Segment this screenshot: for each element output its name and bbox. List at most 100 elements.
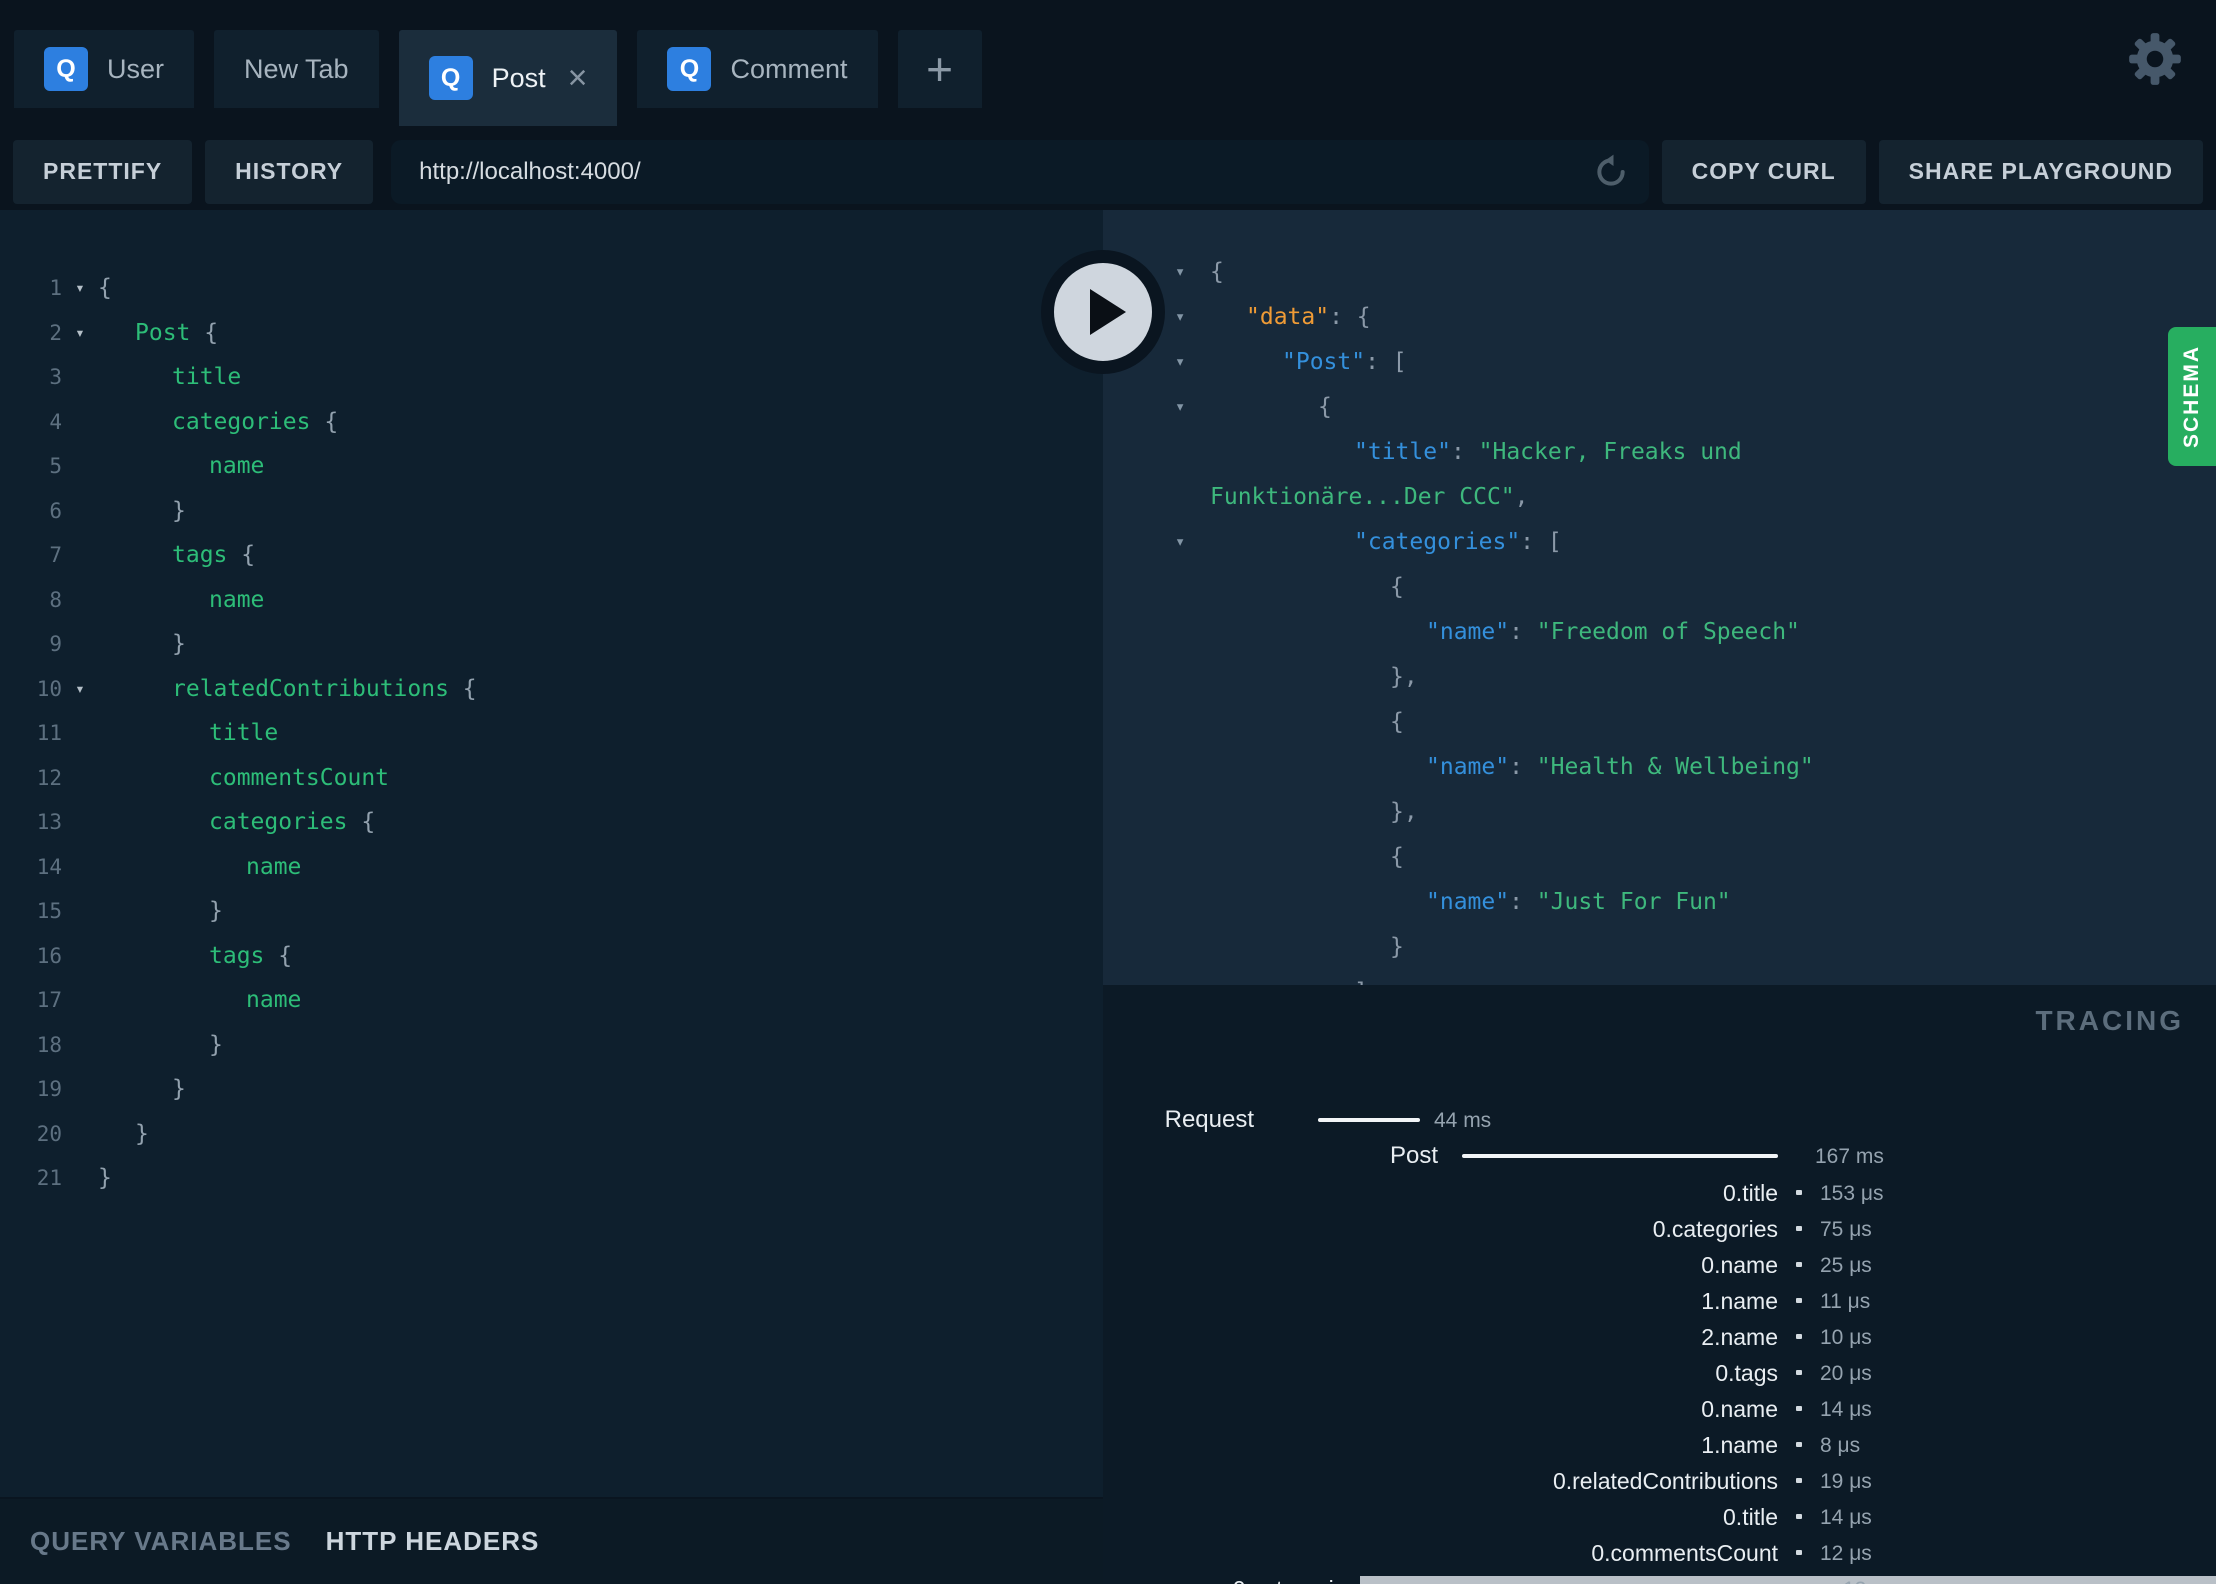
editor-code: name	[209, 453, 265, 479]
line-number: 20	[36, 1121, 62, 1146]
collapse-arrow-icon[interactable]: ▾	[1175, 340, 1185, 385]
response-gutter	[1103, 880, 1210, 925]
tab-new-tab[interactable]: New Tab	[214, 30, 379, 108]
response-code: },	[1390, 799, 1418, 825]
trace-resolver-row: 0.categories 75 μs	[1103, 1214, 2216, 1244]
line-number: 4	[49, 409, 62, 434]
editor-line: 17 name	[0, 978, 1103, 1023]
response-code: {	[1210, 259, 1224, 285]
trace-span-label: 0.relatedContributions	[1552, 1468, 1778, 1494]
collapse-arrow-icon[interactable]: ▾	[1175, 520, 1185, 565]
schema-side-tab[interactable]: SCHEMA	[2168, 327, 2216, 466]
response-code: "categories": [	[1354, 529, 1562, 555]
editor-code: }	[172, 631, 186, 657]
response-pane[interactable]: ▾{▾ "data": {▾ "Post": [▾{"title": "Hacker…	[1103, 210, 2216, 985]
line-number: 13	[36, 810, 62, 834]
fold-arrow-icon[interactable]: ▾	[62, 266, 98, 311]
fold-arrow-icon[interactable]: ▾	[62, 311, 98, 356]
tab-user[interactable]: Q User	[14, 30, 195, 108]
trace-span-duration: 25 μs	[1820, 1254, 1872, 1277]
line-number: 6	[49, 498, 62, 523]
editor-line: 7 tags {	[0, 533, 1103, 578]
tab-label: User	[107, 53, 165, 84]
editor-line: 21}	[0, 1156, 1103, 1201]
trace-duration-dot	[1796, 1226, 1802, 1231]
trace-resolver-row: 0.commentsCount 12 μs	[1103, 1538, 2216, 1568]
tab-close-icon[interactable]: ×	[568, 61, 588, 95]
editor-code: }	[209, 898, 223, 924]
response-line: {	[1103, 565, 2216, 610]
collapse-gutter: ▾	[1103, 520, 1210, 565]
trace-span-duration: 20 μs	[1820, 1362, 1872, 1385]
response-code: "Post": [	[1282, 349, 1407, 375]
editor-line: 2 ▾ Post {	[0, 311, 1103, 356]
response-line: "name": "Freedom of Speech"	[1103, 610, 2216, 655]
add-tab-button[interactable]: +	[897, 30, 982, 108]
line-number: 14	[36, 854, 62, 879]
copy-curl-button[interactable]: COPY CURL	[1661, 139, 1866, 204]
response-code: }	[1390, 934, 1404, 960]
editor-code: name	[209, 586, 265, 613]
response-gutter	[1103, 475, 1210, 520]
tab-label: New Tab	[244, 53, 349, 84]
collapse-arrow-icon[interactable]: ▾	[1175, 385, 1185, 430]
response-line: ]	[1103, 970, 2216, 985]
share-playground-button[interactable]: SHARE PLAYGROUND	[1878, 139, 2203, 204]
endpoint-url-input[interactable]	[391, 157, 1649, 186]
editor-code: categories {	[209, 809, 376, 835]
http-headers-tab[interactable]: HTTP HEADERS	[326, 1526, 540, 1557]
editor-line: 14 name	[0, 845, 1103, 890]
response-gutter	[1103, 790, 1210, 835]
editor-code: Post {	[135, 319, 219, 346]
settings-gear-icon[interactable]	[2124, 28, 2186, 90]
trace-duration-dot	[1796, 1262, 1802, 1267]
collapse-arrow-icon[interactable]: ▾	[1175, 295, 1185, 340]
response-gutter	[1103, 565, 1210, 610]
response-gutter	[1103, 430, 1210, 475]
play-icon	[1090, 289, 1126, 335]
editor-line: 12 commentsCount	[0, 756, 1103, 801]
query-variables-tab[interactable]: QUERY VARIABLES	[30, 1526, 292, 1557]
response-code: {	[1318, 394, 1332, 420]
response-code: "name": "Freedom of Speech"	[1426, 619, 1800, 645]
trace-request-row: Request 44 ms	[1103, 1105, 2216, 1135]
editor-line: 8 name	[0, 578, 1103, 623]
collapse-arrow-icon[interactable]: ▾	[1175, 250, 1185, 295]
response-code: {	[1390, 709, 1404, 735]
editor-code: tags {	[209, 942, 293, 969]
trace-span-label: Post	[1389, 1142, 1438, 1169]
editor-code: }	[209, 1031, 223, 1058]
history-button[interactable]: HISTORY	[205, 139, 374, 204]
reload-schema-icon[interactable]	[1591, 152, 1631, 192]
trace-span-label: 0.name	[1701, 1396, 1778, 1422]
execute-query-button[interactable]	[1041, 250, 1165, 374]
response-line: {	[1103, 700, 2216, 745]
prettify-button[interactable]: PRETTIFY	[13, 139, 193, 204]
response-gutter	[1103, 970, 1210, 985]
trace-resolver-row: 2.name 10 μs	[1103, 1322, 2216, 1352]
response-line: {	[1103, 835, 2216, 880]
fold-arrow-icon[interactable]: ▾	[62, 667, 98, 712]
trace-span-label: 1.name	[1701, 1432, 1778, 1458]
trace-span-duration: 14 μs	[1820, 1506, 1872, 1529]
trace-span-duration: 167 ms	[1815, 1145, 1884, 1168]
tab-post[interactable]: Q Post ×	[398, 30, 618, 126]
line-number: 5	[49, 454, 62, 478]
editor-line: 5 name	[0, 444, 1103, 489]
trace-span-label: 2.name	[1701, 1324, 1778, 1350]
query-editor[interactable]: 1 ▾{2 ▾ Post {3 title 4 categories {5 name 6} 7 ta…	[0, 210, 1103, 1497]
line-number: 7	[49, 543, 62, 567]
response-line: },	[1103, 790, 2216, 835]
trace-span-duration: 13 μs	[1843, 1576, 1895, 1584]
tab-comment[interactable]: Q Comment	[637, 30, 878, 108]
response-line: Funktionäre...Der CCC",	[1103, 475, 2216, 520]
tab-label: Post	[491, 62, 546, 93]
query-badge: Q	[428, 56, 473, 100]
